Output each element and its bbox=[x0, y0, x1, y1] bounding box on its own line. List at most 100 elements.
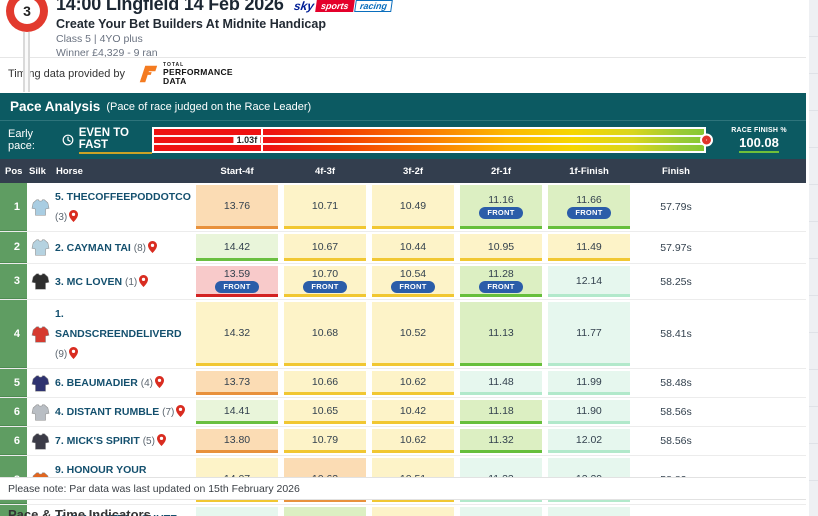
pace-gradient-fill: 1.03f bbox=[154, 129, 704, 151]
table-row: 6 7. MICK'S SPIRIT (5) 13.80 10.79 10.62 bbox=[0, 427, 806, 456]
sectional-cell: 10.95 bbox=[457, 232, 545, 263]
horse-name-link[interactable]: 3. MC LOVEN bbox=[55, 276, 125, 288]
sectional-value: 13.80 bbox=[224, 434, 250, 446]
pace-analysis-header: Pace Analysis (Pace of race judged on th… bbox=[0, 93, 806, 120]
silk-icon bbox=[27, 398, 53, 426]
sectional-value: 10.54 bbox=[400, 268, 426, 280]
tracker-pin-icon[interactable] bbox=[148, 239, 157, 259]
row-spacer bbox=[719, 232, 806, 263]
finish-time: 58.41s bbox=[633, 300, 719, 368]
position-cell: 1 bbox=[0, 183, 27, 231]
tpd-data: DATA bbox=[163, 77, 233, 86]
finish-time: 58.25s bbox=[633, 264, 719, 299]
horse-cell: 1. SANDSCREENDELIVERD (9) bbox=[53, 300, 193, 368]
column-header-finish: Finish bbox=[633, 166, 719, 177]
tpd-logo-text: TOTAL PERFORMANCE DATA bbox=[163, 63, 233, 85]
horse-name-link[interactable]: 7. MICK'S SPIRIT bbox=[55, 435, 143, 447]
sectional-value: 10.68 bbox=[312, 327, 338, 339]
pace-analysis-page: 3 14:00 Lingfield 14 Feb 2026 sky sports… bbox=[0, 0, 818, 516]
row-spacer bbox=[719, 427, 806, 455]
par-data-note: Please note: Par data was last updated o… bbox=[8, 483, 300, 495]
column-header-pos: Pos bbox=[0, 166, 27, 177]
finish-time: 57.97s bbox=[633, 232, 719, 263]
sectional-cell: 11.66FRONT bbox=[545, 183, 633, 231]
column-header-silk: Silk bbox=[27, 166, 53, 177]
sectional-cell: 11.49REAR bbox=[457, 505, 545, 516]
race-finish-value[interactable]: 100.08 bbox=[739, 135, 779, 153]
table-row: 3 3. MC LOVEN (1) 13.59FRONT 10.70FRONT … bbox=[0, 264, 806, 300]
sectional-cell: 11.32 bbox=[457, 427, 545, 455]
horse-draw: (9) bbox=[55, 349, 67, 360]
column-header-start-4f: Start-4f bbox=[193, 166, 281, 177]
horse-cell: 2. CAYMAN TAI (8) bbox=[53, 232, 193, 263]
finish-time: 58.56s bbox=[633, 398, 719, 426]
scrollbar-track[interactable] bbox=[806, 0, 818, 516]
sectional-value: 11.77 bbox=[576, 327, 602, 339]
sectional-cell: 14.41 bbox=[193, 398, 281, 426]
horse-draw: (1) bbox=[125, 277, 137, 288]
horse-name-link[interactable]: 6. BEAUMADIER bbox=[55, 377, 141, 389]
tracker-pin-icon[interactable] bbox=[155, 374, 164, 394]
column-header-1f-finish: 1f-Finish bbox=[545, 166, 633, 177]
sectional-cell: 10.49 bbox=[369, 183, 457, 231]
pace-marker-label: 1.03f bbox=[234, 135, 261, 145]
horse-name-link[interactable]: 4. DISTANT RUMBLE bbox=[55, 406, 162, 418]
horse-draw: (7) bbox=[162, 407, 174, 418]
early-pace-label: Early pace: bbox=[8, 128, 57, 152]
horse-name-link[interactable]: 5. THECOFFEEPODDOTCO bbox=[55, 191, 191, 203]
clock-icon bbox=[62, 134, 74, 146]
sectional-cell: 10.62 bbox=[369, 369, 457, 397]
finish-time: 1m 0.12s bbox=[633, 505, 719, 516]
sectional-cell: 11.90 bbox=[545, 398, 633, 426]
sectional-value: 10.44 bbox=[400, 241, 426, 253]
sectional-value: 10.79 bbox=[312, 434, 338, 446]
sectional-value: 11.99 bbox=[576, 376, 602, 388]
sectional-cell: 11.28FRONT bbox=[457, 264, 545, 299]
tracker-pin-icon[interactable] bbox=[69, 208, 78, 228]
tracker-pin-icon[interactable] bbox=[176, 403, 185, 423]
horse-draw: (5) bbox=[143, 436, 155, 447]
par-data-note-bar: Please note: Par data was last updated o… bbox=[0, 477, 806, 500]
sectional-cell: 10.67 bbox=[281, 232, 369, 263]
horse-cell: 3. MC LOVEN (1) bbox=[53, 264, 193, 299]
sectional-cell: 13.80 bbox=[193, 427, 281, 455]
sectional-value: 13.73 bbox=[224, 376, 250, 388]
race-finish-group: RACE FINISH % 100.08 bbox=[720, 127, 798, 153]
sectional-value: 10.49 bbox=[400, 200, 426, 212]
sectional-cell: 12.02 bbox=[545, 427, 633, 455]
sectional-cell: 11.18 bbox=[457, 398, 545, 426]
tracker-pin-icon[interactable] bbox=[139, 273, 148, 293]
sectional-value: 10.70 bbox=[312, 268, 338, 280]
early-pace-band: Early pace: EVEN TO FAST 1.03f RACE FINI… bbox=[0, 120, 806, 159]
position-badge: FRONT bbox=[479, 207, 522, 219]
pace-analysis-subtitle: (Pace of race judged on the Race Leader) bbox=[106, 101, 311, 113]
early-pace-group: Early pace: EVEN TO FAST bbox=[8, 127, 152, 154]
sectional-value: 11.49 bbox=[576, 241, 602, 253]
sectional-value: 11.28 bbox=[488, 268, 514, 280]
silk-icon bbox=[27, 232, 53, 263]
sectional-cell: 11.22REAR bbox=[281, 505, 369, 516]
sectional-value: 11.66 bbox=[576, 194, 602, 206]
pace-time-indicators-heading: Pace & Time Indicators bbox=[8, 507, 151, 516]
pace-gradient-bar: 1.03f bbox=[152, 127, 706, 153]
tracker-pin-icon[interactable] bbox=[157, 432, 166, 452]
row-spacer bbox=[719, 300, 806, 368]
sectional-value: 11.48 bbox=[488, 376, 514, 388]
sectional-value: 14.42 bbox=[224, 241, 250, 253]
sectional-value: 14.32 bbox=[224, 327, 250, 339]
horse-name-link[interactable]: 2. CAYMAN TAI bbox=[55, 242, 134, 254]
silk-icon bbox=[27, 264, 53, 299]
row-spacer bbox=[719, 369, 806, 397]
sectional-cell: 11.49 bbox=[545, 232, 633, 263]
horse-draw: (3) bbox=[55, 212, 67, 223]
sectional-cell: 11.99 bbox=[545, 369, 633, 397]
early-pace-value[interactable]: EVEN TO FAST bbox=[79, 127, 152, 154]
race-number: 3 bbox=[14, 0, 40, 24]
sectional-value: 10.62 bbox=[400, 376, 426, 388]
position-cell: 2 bbox=[0, 232, 27, 263]
sectional-cell: 14.32 bbox=[193, 300, 281, 368]
tracker-pin-icon[interactable] bbox=[69, 345, 78, 365]
horse-name-link[interactable]: 1. SANDSCREENDELIVERD bbox=[55, 308, 182, 340]
table-row: 2 2. CAYMAN TAI (8) 14.42 10.67 10.44 bbox=[0, 232, 806, 264]
position-cell: 4 bbox=[0, 300, 27, 368]
